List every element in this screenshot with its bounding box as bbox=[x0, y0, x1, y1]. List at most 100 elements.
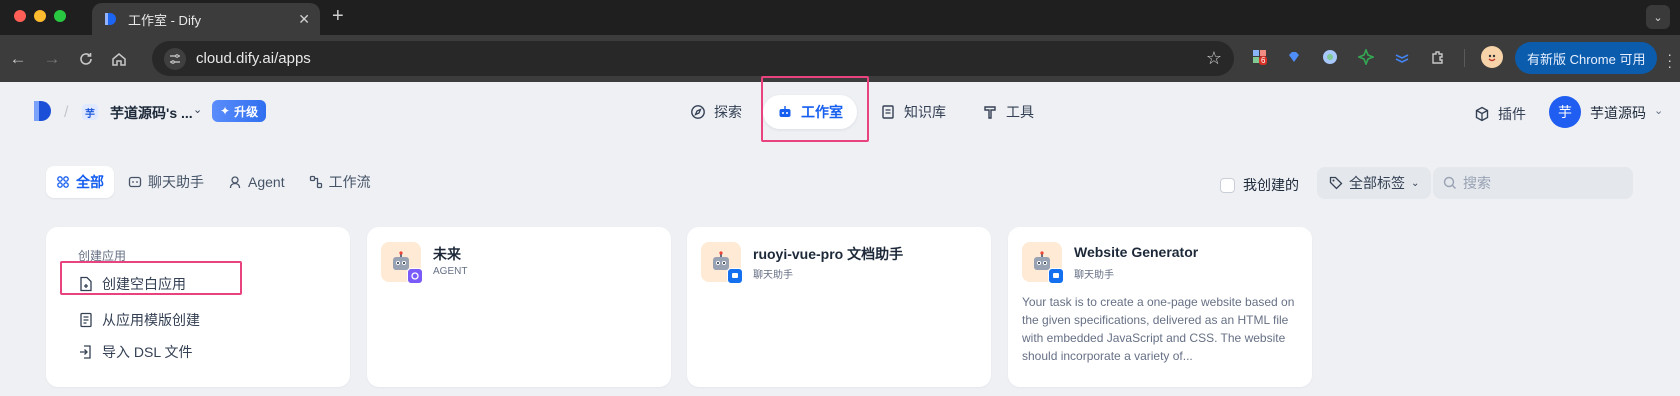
tab-all[interactable]: 全部 bbox=[46, 166, 114, 198]
tab-workflow-label: 工作流 bbox=[328, 174, 371, 190]
created-by-me-checkbox[interactable]: 我创建的 bbox=[1220, 175, 1299, 195]
nav-tools[interactable]: 工具 bbox=[982, 94, 1034, 130]
bug-extension-icon[interactable] bbox=[1356, 47, 1376, 67]
app-description: Your task is to create a one-page websit… bbox=[1022, 295, 1295, 363]
app-type-tabs: 全部 聊天助手 Agent 工作流 bbox=[46, 166, 381, 198]
create-from-template-label: 从应用模版创建 bbox=[102, 312, 200, 328]
chevron-down-icon: ⌄ bbox=[1411, 177, 1420, 189]
compass-icon bbox=[691, 105, 705, 119]
minimize-window-button[interactable] bbox=[34, 10, 46, 22]
highlight-box-studio bbox=[761, 76, 869, 142]
upgrade-button[interactable]: ✦ 升级 bbox=[212, 100, 267, 122]
agent-badge-icon bbox=[407, 268, 423, 284]
back-button[interactable]: ← bbox=[6, 47, 30, 71]
browser-tab-strip: 工作室 - Dify ✕ + ⌄ bbox=[0, 0, 1680, 35]
plugins-button[interactable]: 插件 bbox=[1474, 104, 1526, 124]
close-window-button[interactable] bbox=[14, 10, 26, 22]
tab-agent[interactable]: Agent bbox=[218, 166, 295, 198]
import-dsl-button[interactable]: 导入 DSL 文件 bbox=[78, 342, 193, 362]
forward-button[interactable]: → bbox=[40, 47, 64, 71]
nav-knowledge-label: 知识库 bbox=[904, 104, 946, 120]
bookmark-star-icon[interactable]: ☆ bbox=[1206, 48, 1222, 69]
tab-all-label: 全部 bbox=[76, 174, 104, 190]
url-text: cloud.dify.ai/apps bbox=[196, 50, 311, 67]
globe-extension-icon[interactable] bbox=[1320, 47, 1340, 67]
hammer-icon bbox=[984, 106, 996, 119]
tab-chatbot-label: 聊天助手 bbox=[148, 174, 204, 190]
chat-badge-icon bbox=[1048, 268, 1064, 284]
gem-extension-icon[interactable] bbox=[1284, 47, 1304, 67]
home-button[interactable] bbox=[107, 47, 131, 71]
plugins-label: 插件 bbox=[1498, 106, 1526, 122]
app-type: 聊天助手 bbox=[753, 270, 793, 281]
app-card[interactable]: Website Generator 聊天助手 Your task is to c… bbox=[1008, 227, 1312, 387]
extension-badge-count: 6 bbox=[1259, 56, 1268, 65]
tag-filter-label: 全部标签 bbox=[1349, 175, 1405, 191]
book-icon bbox=[882, 105, 894, 119]
app-header: / 芋 芋道源码's ... ⌄ ✦ 升级 探索 工作室 知识库 工具 插件 芋… bbox=[0, 76, 1680, 146]
chevron-down-icon[interactable]: ⌄ bbox=[193, 103, 202, 116]
toolbar-divider bbox=[1464, 49, 1465, 67]
extension-puzzle-badge-icon[interactable]: 6 bbox=[1250, 47, 1270, 67]
tab-workflow[interactable]: 工作流 bbox=[299, 166, 381, 198]
workspace-badge: 芋 bbox=[82, 104, 98, 120]
nav-explore-label: 探索 bbox=[714, 104, 742, 120]
grid-icon bbox=[57, 176, 69, 188]
site-info-icon[interactable] bbox=[164, 47, 186, 70]
agent-icon bbox=[229, 176, 241, 189]
tab-title: 工作室 - Dify bbox=[128, 12, 201, 28]
sparkle-icon: ✦ bbox=[220, 104, 231, 118]
created-by-me-label: 我创建的 bbox=[1243, 177, 1299, 193]
workspace-switcher[interactable]: 芋道源码's ... bbox=[110, 103, 193, 123]
avatar[interactable]: 芋 bbox=[1549, 96, 1581, 128]
template-icon bbox=[80, 312, 92, 328]
cube-icon bbox=[1475, 106, 1489, 122]
workflow-icon bbox=[309, 175, 322, 189]
user-chevron-down-icon[interactable]: ⌄ bbox=[1654, 104, 1663, 117]
app-name: 未来 bbox=[433, 246, 461, 262]
checkbox-box[interactable] bbox=[1220, 177, 1235, 193]
reload-icon bbox=[80, 53, 92, 65]
dify-logo-icon[interactable] bbox=[32, 100, 52, 122]
close-tab-icon[interactable]: ✕ bbox=[298, 11, 310, 28]
app-type: AGENT bbox=[433, 266, 468, 277]
profile-avatar-icon[interactable] bbox=[1481, 46, 1503, 68]
app-name: Website Generator bbox=[1074, 244, 1199, 260]
reload-button[interactable] bbox=[74, 47, 98, 71]
browser-toolbar: ← → cloud.dify.ai/apps ☆ 6 有新版 Chrome 可用… bbox=[0, 35, 1680, 82]
maximize-window-button[interactable] bbox=[54, 10, 66, 22]
extensions-puzzle-icon[interactable] bbox=[1428, 47, 1448, 67]
chat-badge-icon bbox=[727, 268, 743, 284]
address-bar[interactable]: cloud.dify.ai/apps ☆ bbox=[152, 41, 1234, 76]
search-box[interactable] bbox=[1433, 167, 1633, 199]
chrome-menu-icon[interactable]: · · · bbox=[1667, 47, 1672, 73]
new-tab-button[interactable]: + bbox=[332, 5, 344, 28]
chrome-update-button[interactable]: 有新版 Chrome 可用 bbox=[1515, 42, 1658, 74]
nav-knowledge[interactable]: 知识库 bbox=[880, 94, 946, 130]
nav-explore[interactable]: 探索 bbox=[690, 94, 742, 130]
search-icon bbox=[1443, 176, 1456, 189]
create-from-template-button[interactable]: 从应用模版创建 bbox=[78, 310, 200, 330]
create-app-card: 创建应用 创建空白应用 从应用模版创建 导入 DSL 文件 bbox=[46, 227, 350, 387]
tag-icon bbox=[1329, 176, 1343, 190]
highlight-box-create-blank bbox=[60, 261, 242, 295]
import-dsl-label: 导入 DSL 文件 bbox=[102, 344, 193, 360]
tab-chatbot[interactable]: 聊天助手 bbox=[118, 166, 214, 198]
search-input[interactable] bbox=[1463, 175, 1613, 191]
home-icon bbox=[112, 53, 126, 66]
upgrade-label: 升级 bbox=[234, 104, 259, 119]
app-name: ruoyi-vue-pro 文档助手 bbox=[753, 246, 904, 262]
chat-icon bbox=[128, 176, 142, 188]
nav-tools-label: 工具 bbox=[1006, 104, 1034, 120]
dify-favicon-icon bbox=[105, 13, 116, 25]
browser-tab[interactable]: 工作室 - Dify ✕ bbox=[92, 3, 320, 35]
tab-search-button[interactable]: ⌄ bbox=[1646, 5, 1670, 29]
app-type: 聊天助手 bbox=[1074, 270, 1114, 281]
app-card[interactable]: ruoyi-vue-pro 文档助手 聊天助手 bbox=[687, 227, 991, 387]
tag-filter-dropdown[interactable]: 全部标签 ⌄ bbox=[1317, 167, 1432, 199]
tab-agent-label: Agent bbox=[248, 174, 285, 190]
layers-extension-icon[interactable] bbox=[1392, 47, 1412, 67]
import-icon bbox=[80, 345, 91, 359]
user-name[interactable]: 芋道源码 bbox=[1590, 103, 1646, 123]
app-card[interactable]: 未来 AGENT bbox=[367, 227, 671, 387]
